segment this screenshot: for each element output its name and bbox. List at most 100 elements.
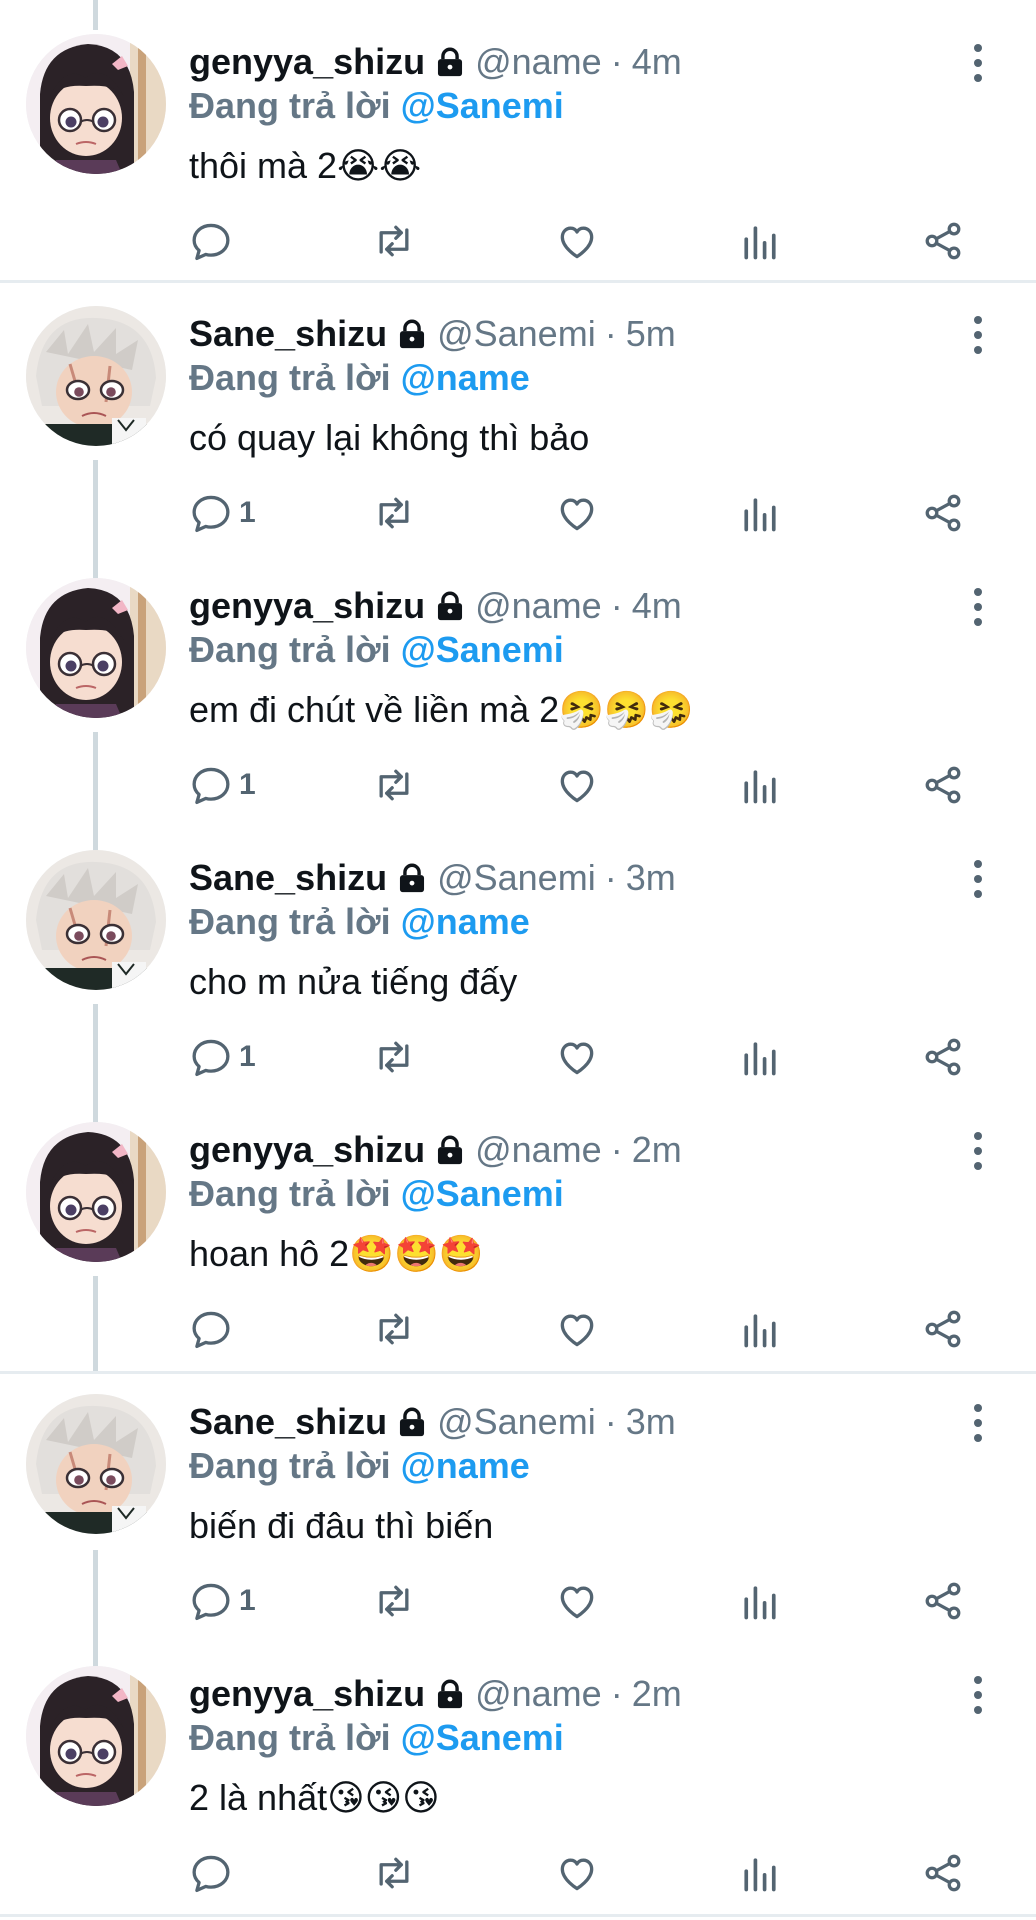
share-button[interactable]	[921, 1032, 965, 1082]
heart-icon	[555, 1579, 599, 1623]
views-button[interactable]	[738, 760, 782, 810]
retweet-button[interactable]	[372, 1032, 416, 1082]
like-button[interactable]	[555, 1576, 599, 1626]
reply-button[interactable]	[189, 216, 239, 266]
reply-tweet[interactable]: genyya_shizu @name · 4m Đang trả lời @Sa…	[0, 0, 1036, 272]
like-button[interactable]	[555, 488, 599, 538]
author-handle[interactable]: @name	[475, 1670, 602, 1718]
retweet-button[interactable]	[372, 1304, 416, 1354]
reply-thread-feed: genyya_shizu @name · 4m Đang trả lời @Sa…	[0, 0, 1036, 1920]
more-vertical-icon[interactable]	[965, 310, 991, 360]
retweet-icon	[372, 1035, 416, 1079]
author-name[interactable]: Sane_shizu	[189, 1398, 387, 1446]
share-button[interactable]	[921, 760, 965, 810]
author-name[interactable]: Sane_shizu	[189, 854, 387, 902]
mention-link[interactable]: @name	[401, 1445, 530, 1486]
avatar[interactable]	[26, 1394, 166, 1534]
author-name[interactable]: genyya_shizu	[189, 38, 425, 86]
more-vertical-icon[interactable]	[965, 582, 991, 632]
mention-link[interactable]: @Sanemi	[401, 1717, 564, 1758]
like-button[interactable]	[555, 1848, 599, 1898]
views-button[interactable]	[738, 1304, 782, 1354]
retweet-button[interactable]	[372, 1848, 416, 1898]
author-handle[interactable]: @Sanemi	[437, 1398, 596, 1446]
author-handle[interactable]: @Sanemi	[437, 854, 596, 902]
mention-link[interactable]: @name	[401, 357, 530, 398]
avatar[interactable]	[26, 578, 166, 718]
timestamp[interactable]: 3m	[626, 1398, 676, 1446]
reply-button[interactable]	[189, 1848, 239, 1898]
author-name[interactable]: genyya_shizu	[189, 582, 425, 630]
mention-link[interactable]: @Sanemi	[401, 629, 564, 670]
share-button[interactable]	[921, 488, 965, 538]
share-button[interactable]	[921, 216, 965, 266]
lock-icon	[395, 861, 429, 895]
like-button[interactable]	[555, 1032, 599, 1082]
avatar[interactable]	[26, 1122, 166, 1262]
timestamp[interactable]: 3m	[626, 854, 676, 902]
views-icon	[738, 763, 782, 807]
separator-dot: ·	[604, 1401, 617, 1442]
share-button[interactable]	[921, 1576, 965, 1626]
share-icon	[921, 1307, 965, 1351]
reply-icon	[189, 491, 233, 535]
reply-button[interactable]	[189, 1304, 239, 1354]
mention-link[interactable]: @Sanemi	[401, 85, 564, 126]
author-name[interactable]: genyya_shizu	[189, 1126, 425, 1174]
separator-dot: ·	[610, 585, 623, 626]
reply-tweet[interactable]: genyya_shizu @name · 2m Đang trả lời @Sa…	[0, 1632, 1036, 1904]
views-button[interactable]	[738, 1848, 782, 1898]
like-button[interactable]	[555, 760, 599, 810]
share-button[interactable]	[921, 1304, 965, 1354]
tweet-actions	[189, 216, 989, 266]
reply-tweet[interactable]: Sane_shizu @Sanemi · 3m Đang trả lời @na…	[0, 1360, 1036, 1632]
views-button[interactable]	[738, 488, 782, 538]
author-name[interactable]: Sane_shizu	[189, 310, 387, 358]
more-vertical-icon[interactable]	[965, 1670, 991, 1720]
timestamp[interactable]: 4m	[632, 38, 682, 86]
reply-tweet[interactable]: genyya_shizu @name · 4m Đang trả lời @Sa…	[0, 544, 1036, 816]
retweet-button[interactable]	[372, 760, 416, 810]
timestamp[interactable]: 2m	[632, 1126, 682, 1174]
timestamp[interactable]: 5m	[626, 310, 676, 358]
avatar-sane-illustration	[26, 850, 166, 990]
reply-tweet[interactable]: Sane_shizu @Sanemi · 5m Đang trả lời @na…	[0, 272, 1036, 544]
retweet-button[interactable]	[372, 488, 416, 538]
tweet-text: em đi chút về liền mà 2🤧🤧🤧	[189, 689, 694, 730]
more-vertical-icon[interactable]	[965, 1126, 991, 1176]
retweet-button[interactable]	[372, 216, 416, 266]
reply-button[interactable]: 1	[189, 1032, 256, 1082]
replying-to: Đang trả lời @Sanemi	[189, 1714, 564, 1762]
replying-to-label: Đang trả lời	[189, 629, 391, 670]
avatar[interactable]	[26, 850, 166, 990]
reply-tweet[interactable]: Sane_shizu @Sanemi · 3m Đang trả lời @na…	[0, 816, 1036, 1088]
share-button[interactable]	[921, 1848, 965, 1898]
views-button[interactable]	[738, 1032, 782, 1082]
avatar[interactable]	[26, 306, 166, 446]
tweet-text: có quay lại không thì bảo	[189, 417, 590, 458]
more-vertical-icon[interactable]	[965, 38, 991, 88]
views-button[interactable]	[738, 216, 782, 266]
mention-link[interactable]: @Sanemi	[401, 1173, 564, 1214]
retweet-button[interactable]	[372, 1576, 416, 1626]
author-handle[interactable]: @name	[475, 582, 602, 630]
author-name[interactable]: genyya_shizu	[189, 1670, 425, 1718]
like-button[interactable]	[555, 1304, 599, 1354]
mention-link[interactable]: @name	[401, 901, 530, 942]
author-handle[interactable]: @Sanemi	[437, 310, 596, 358]
more-vertical-icon[interactable]	[965, 1398, 991, 1448]
like-button[interactable]	[555, 216, 599, 266]
avatar[interactable]	[26, 34, 166, 174]
timestamp[interactable]: 2m	[632, 1670, 682, 1718]
reply-tweet[interactable]: genyya_shizu @name · 2m Đang trả lời @Sa…	[0, 1088, 1036, 1360]
reply-button[interactable]: 1	[189, 1576, 256, 1626]
author-handle[interactable]: @name	[475, 1126, 602, 1174]
reply-button[interactable]: 1	[189, 488, 256, 538]
tweet-actions	[189, 1848, 989, 1898]
more-vertical-icon[interactable]	[965, 854, 991, 904]
avatar[interactable]	[26, 1666, 166, 1806]
timestamp[interactable]: 4m	[632, 582, 682, 630]
reply-button[interactable]: 1	[189, 760, 256, 810]
author-handle[interactable]: @name	[475, 38, 602, 86]
views-button[interactable]	[738, 1576, 782, 1626]
